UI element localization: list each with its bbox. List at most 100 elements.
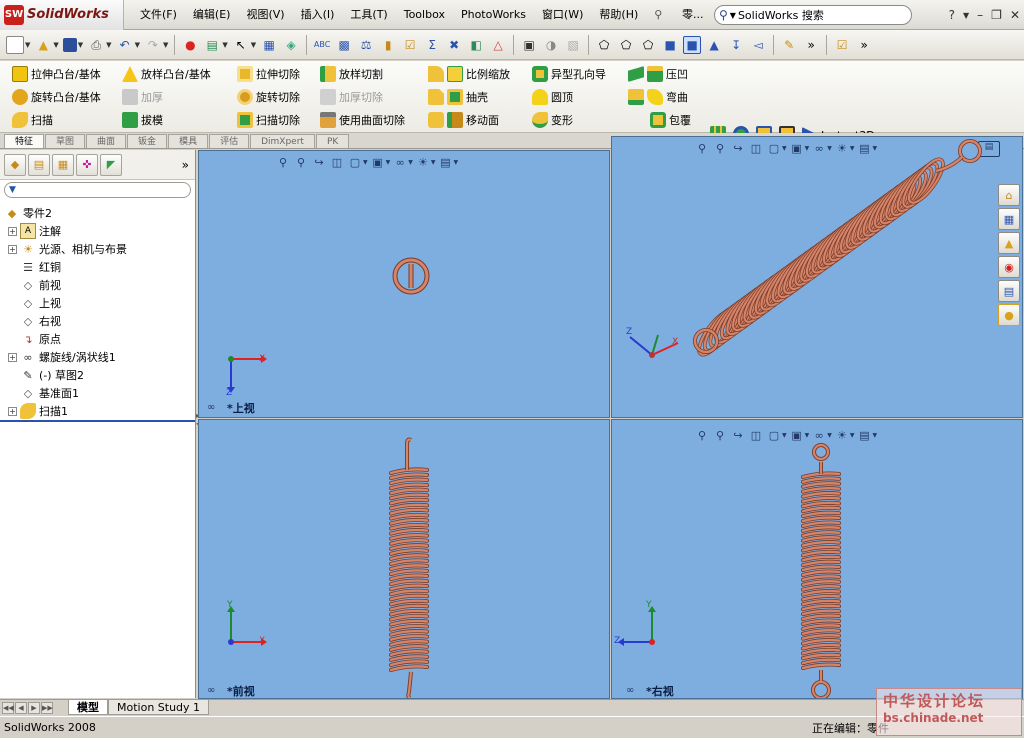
feature-tree-tab-icon[interactable]: ◆ <box>4 153 26 176</box>
appearance-icon[interactable]: ▧ <box>564 36 582 54</box>
pin-icon[interactable]: ⚲ <box>646 0 664 30</box>
tree-item-top-plane[interactable]: ◇ 上视 <box>8 294 61 312</box>
tree-root-part[interactable]: ◆ 零件2 <box>4 204 52 222</box>
undo-icon[interactable]: ↶ <box>116 36 134 54</box>
extrude-cut-button[interactable]: 拉伸切除 <box>237 64 300 84</box>
save-icon[interactable] <box>62 37 77 52</box>
view-right-icon[interactable]: ■ <box>661 36 679 54</box>
properties-icon[interactable]: ▦ <box>260 36 278 54</box>
section-properties-icon[interactable]: ▮ <box>379 36 397 54</box>
dome-button[interactable]: 圆顶 <box>532 87 573 107</box>
restore-icon[interactable]: ❐ <box>991 8 1002 22</box>
camera-icon[interactable]: ▣ <box>520 36 538 54</box>
tree-item-lights[interactable]: + ☀ 光源、相机与布景 <box>8 240 127 258</box>
tab-pk[interactable]: PK <box>315 134 350 148</box>
view-link-icon[interactable]: ∞ <box>207 402 215 413</box>
zoom-to-fit-icon[interactable]: ⚲ <box>275 154 291 170</box>
sketch-tools-icon[interactable]: ✎ <box>780 36 798 54</box>
menu-photoworks[interactable]: PhotoWorks <box>453 0 534 30</box>
equations-icon[interactable]: Σ <box>423 36 441 54</box>
draft-button[interactable]: 拔模 <box>122 110 163 130</box>
tree-item-annotations[interactable]: + A 注解 <box>8 222 61 240</box>
revolve-cut-button[interactable]: 旋转切除 <box>237 87 300 107</box>
design-library-icon[interactable]: ▦ <box>998 208 1020 230</box>
search-box[interactable]: ⚲ ▼ SolidWorks 搜索 <box>714 5 912 25</box>
rebuild-icon[interactable]: ● <box>181 36 199 54</box>
render-icon[interactable]: ◑ <box>542 36 560 54</box>
view-normal-icon[interactable]: ↧ <box>727 36 745 54</box>
configuration-manager-tab-icon[interactable]: ▦ <box>52 153 74 176</box>
compare-icon[interactable]: ◧ <box>467 36 485 54</box>
hide-show-icon[interactable]: ∞ <box>392 154 408 170</box>
tab-features[interactable]: 特征 <box>4 134 45 148</box>
property-manager-tab-icon[interactable]: ▤ <box>28 153 50 176</box>
zoom-area-icon[interactable]: ⚲ <box>293 154 309 170</box>
rollback-bar[interactable] <box>0 420 195 422</box>
tree-item-front-plane[interactable]: ◇ 前视 <box>8 276 61 294</box>
expand-icon[interactable]: + <box>8 406 17 416</box>
view-iso-icon[interactable]: ■ <box>683 35 702 54</box>
zoom-to-fit-icon[interactable]: ⚲ <box>694 427 710 443</box>
thicken-button[interactable]: 加厚 <box>122 87 163 107</box>
redo-icon[interactable]: ↷ <box>144 36 162 54</box>
move-face-button[interactable]: 移动面 <box>428 110 499 130</box>
previous-view-icon[interactable]: ↪ <box>730 427 746 443</box>
view-orientation-icon[interactable]: ▢ <box>347 154 363 170</box>
view-dimetric-icon[interactable]: ▲ <box>705 36 723 54</box>
view-front-icon[interactable]: ⬠ <box>595 36 613 54</box>
section-view-icon[interactable]: ◫ <box>329 154 345 170</box>
menu-insert[interactable]: 插入(I) <box>293 0 343 30</box>
view-link-icon[interactable]: ∞ <box>207 685 215 696</box>
deform-button[interactable]: 变形 <box>532 110 573 130</box>
tree-item-origin[interactable]: ↴ 原点 <box>8 330 61 348</box>
spellcheck-icon[interactable]: ABC <box>313 36 331 54</box>
solidworks-logo[interactable]: SW SolidWorks <box>0 0 124 30</box>
tab-sketch[interactable]: 草图 <box>45 134 86 148</box>
mass-properties-icon[interactable]: ⚖ <box>357 36 375 54</box>
hole-wizard-button[interactable]: 异型孔向导 <box>532 64 606 84</box>
indent-button[interactable]: 压凹 <box>628 64 688 84</box>
nav-prev-icon[interactable]: ◀ <box>15 701 27 714</box>
sweep-cut-button[interactable]: 扫描切除 <box>237 110 300 130</box>
menu-toolbox[interactable]: Toolbox <box>396 0 453 30</box>
revolve-boss-button[interactable]: 旋转凸台/基体 <box>12 87 101 107</box>
view-palette-icon[interactable]: ▤ <box>998 280 1020 302</box>
expand-icon[interactable]: + <box>8 244 17 254</box>
select-icon[interactable]: ↖ <box>232 36 250 54</box>
view-back-icon[interactable]: ⬠ <box>617 36 635 54</box>
menu-window[interactable]: 窗口(W) <box>534 0 591 30</box>
tree-filter-field[interactable]: ▼ <box>4 182 191 198</box>
options-icon[interactable]: ▤ <box>203 36 221 54</box>
expand-icon[interactable]: + <box>8 352 17 362</box>
tab-mold[interactable]: 模具 <box>168 134 209 148</box>
new-document-icon[interactable] <box>6 35 24 54</box>
viewport-right-view[interactable]: ⚲ ⚲ ↪ ◫ ▢ ▼ ▣ ▼ ∞ ▼ ☀ ▼ ▤ ▼ Y Z ∞ *右视 <box>611 419 1023 699</box>
previous-view-icon[interactable]: ↪ <box>311 154 327 170</box>
display-style-icon[interactable]: ▣ <box>370 154 386 170</box>
section-view-icon[interactable]: ◫ <box>748 427 764 443</box>
tree-item-sketch2[interactable]: ✎ (-) 草图2 <box>8 366 84 384</box>
thicken-cut-button[interactable]: 加厚切除 <box>320 87 383 107</box>
menu-edit[interactable]: 编辑(E) <box>185 0 239 30</box>
tab-model[interactable]: 模型 <box>68 700 108 715</box>
appearance-scene-icon[interactable]: ☀ <box>415 154 431 170</box>
open-folder-icon[interactable]: ▲ <box>34 36 52 54</box>
shell-button[interactable]: 抽壳 <box>428 87 488 107</box>
expand-panel-icon[interactable]: » <box>182 158 189 172</box>
feature-works-icon[interactable]: △ <box>489 36 507 54</box>
viewport-isometric[interactable]: ⚲ ⚲ ↪ ◫ ▢ ▼ ▣ ▼ ∞ ▼ ☀ ▼ ▤ ▼ ▤ Z X <box>611 136 1023 418</box>
expand-icon[interactable]: + <box>8 226 17 236</box>
measure-icon[interactable]: ▩ <box>335 36 353 54</box>
viewport-top-view[interactable]: ⚲ ⚲ ↪ ◫ ▢ ▼ ▣ ▼ ∞ ▼ ☀ ▼ ▤ ▼ X Z ∞ *上视 <box>198 150 610 418</box>
tree-item-right-plane[interactable]: ◇ 右视 <box>8 312 61 330</box>
menu-help[interactable]: 帮助(H) <box>591 0 646 30</box>
tab-evaluate[interactable]: 评估 <box>209 134 250 148</box>
menu-view[interactable]: 视图(V) <box>238 0 292 30</box>
tree-item-sweep1[interactable]: + 扫描1 <box>8 402 68 420</box>
view-link-icon[interactable]: ∞ <box>626 685 634 696</box>
interference-icon[interactable]: ✖ <box>445 36 463 54</box>
close-icon[interactable]: ✕ <box>1010 8 1020 22</box>
tab-surfaces[interactable]: 曲面 <box>86 134 127 148</box>
print-icon[interactable]: ⎙ <box>87 36 105 54</box>
extrude-boss-button[interactable]: 拉伸凸台/基体 <box>12 64 101 84</box>
